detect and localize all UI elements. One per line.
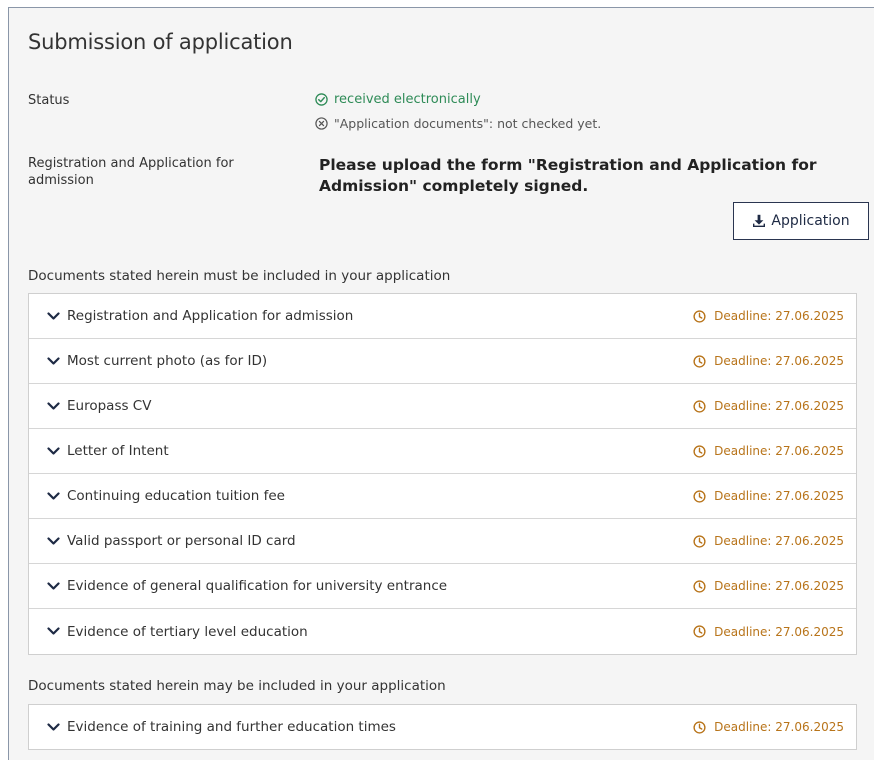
clock-icon xyxy=(693,489,706,503)
chevron-down-icon xyxy=(47,311,61,321)
chevron-down-icon xyxy=(47,722,61,732)
deadline-text: Deadline: 27.06.2025 xyxy=(714,309,844,323)
chevron-down-icon xyxy=(47,356,61,366)
doc-title: Registration and Application for admissi… xyxy=(67,308,354,324)
deadline: Deadline: 27.06.2025 xyxy=(693,489,844,503)
clock-icon xyxy=(693,534,706,548)
clock-icon xyxy=(693,720,706,734)
check-circle-icon xyxy=(315,93,328,106)
registration-label: Registration and Application for admissi… xyxy=(28,156,234,188)
chevron-down-icon xyxy=(47,491,61,501)
deadline: Deadline: 27.06.2025 xyxy=(693,309,844,323)
doc-row-university-entrance[interactable]: Evidence of general qualification for un… xyxy=(29,564,856,609)
deadline: Deadline: 27.06.2025 xyxy=(693,444,844,458)
doc-title: Valid passport or personal ID card xyxy=(67,533,296,549)
registration-instruction: Please upload the form "Registration and… xyxy=(319,156,817,195)
doc-title: Evidence of tertiary level education xyxy=(67,623,308,640)
deadline: Deadline: 27.06.2025 xyxy=(693,399,844,413)
clock-icon xyxy=(693,309,706,323)
download-icon xyxy=(752,214,766,228)
clock-icon xyxy=(693,444,706,458)
optional-docs-heading: Documents stated herein may be included … xyxy=(28,678,446,694)
deadline-text: Deadline: 27.06.2025 xyxy=(714,534,844,548)
status-documents-check: "Application documents": not checked yet… xyxy=(315,116,601,131)
page-title: Submission of application xyxy=(28,30,293,54)
status-label: Status xyxy=(28,93,70,108)
x-circle-icon xyxy=(315,117,328,130)
doc-row-training-times[interactable]: Evidence of training and further educati… xyxy=(29,705,856,749)
submission-panel: Submission of application Status receive… xyxy=(8,7,874,760)
status-received-text: received electronically xyxy=(334,92,481,107)
deadline: Deadline: 27.06.2025 xyxy=(693,579,844,593)
doc-row-photo[interactable]: Most current photo (as for ID) Deadline:… xyxy=(29,339,856,384)
doc-row-registration[interactable]: Registration and Application for admissi… xyxy=(29,294,856,339)
deadline-text: Deadline: 27.06.2025 xyxy=(714,579,844,593)
optional-docs-list: Evidence of training and further educati… xyxy=(28,704,857,750)
deadline: Deadline: 27.06.2025 xyxy=(693,354,844,368)
doc-row-europass-cv[interactable]: Europass CV Deadline: 27.06.2025 xyxy=(29,384,856,429)
download-application-button[interactable]: Application xyxy=(733,202,869,240)
doc-title: Most current photo (as for ID) xyxy=(67,353,268,369)
doc-title: Evidence of training and further educati… xyxy=(67,719,396,735)
doc-title: Continuing education tuition fee xyxy=(67,488,285,504)
deadline-text: Deadline: 27.06.2025 xyxy=(714,489,844,503)
doc-row-letter-of-intent[interactable]: Letter of Intent Deadline: 27.06.2025 xyxy=(29,429,856,474)
required-docs-list: Registration and Application for admissi… xyxy=(28,293,857,655)
download-application-button-label: Application xyxy=(771,213,850,229)
chevron-down-icon xyxy=(47,627,61,636)
chevron-down-icon xyxy=(47,581,61,591)
chevron-down-icon xyxy=(47,446,61,456)
deadline-text: Deadline: 27.06.2025 xyxy=(714,399,844,413)
doc-row-passport[interactable]: Valid passport or personal ID card Deadl… xyxy=(29,519,856,564)
doc-title: Letter of Intent xyxy=(67,443,169,459)
chevron-down-icon xyxy=(47,536,61,546)
deadline-text: Deadline: 27.06.2025 xyxy=(714,720,844,734)
deadline-text: Deadline: 27.06.2025 xyxy=(714,354,844,368)
clock-icon xyxy=(693,354,706,368)
status-documents-check-text: "Application documents": not checked yet… xyxy=(334,116,602,131)
doc-title: Evidence of general qualification for un… xyxy=(67,578,448,594)
clock-icon xyxy=(693,625,706,638)
deadline: Deadline: 27.06.2025 xyxy=(693,720,844,734)
doc-row-tertiary-education[interactable]: Evidence of tertiary level education Dea… xyxy=(29,609,856,654)
required-docs-heading: Documents stated herein must be included… xyxy=(28,268,451,284)
deadline: Deadline: 27.06.2025 xyxy=(693,534,844,548)
chevron-down-icon xyxy=(47,401,61,411)
clock-icon xyxy=(693,399,706,413)
deadline-text: Deadline: 27.06.2025 xyxy=(714,624,844,639)
doc-row-tuition-fee[interactable]: Continuing education tuition fee Deadlin… xyxy=(29,474,856,519)
deadline-text: Deadline: 27.06.2025 xyxy=(714,444,844,458)
clock-icon xyxy=(693,579,706,593)
doc-title: Europass CV xyxy=(67,398,152,414)
status-received: received electronically xyxy=(315,92,481,107)
deadline: Deadline: 27.06.2025 xyxy=(693,625,844,639)
